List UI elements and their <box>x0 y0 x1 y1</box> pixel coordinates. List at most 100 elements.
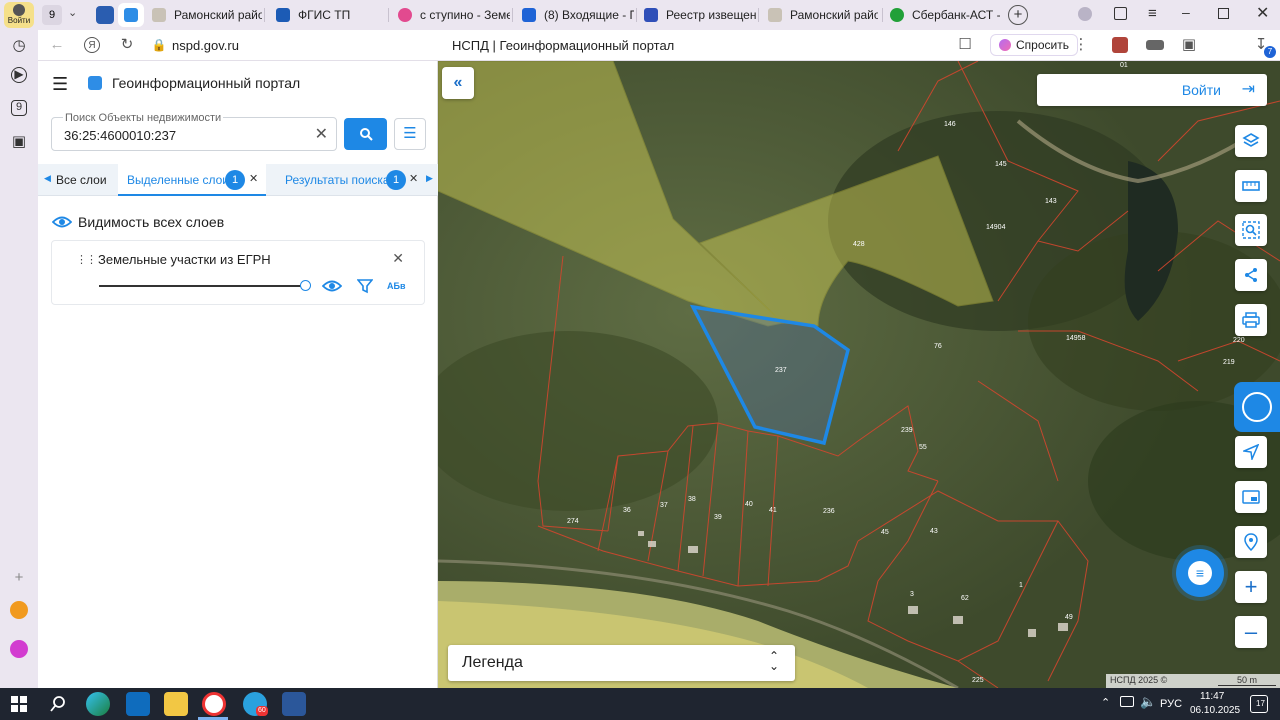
search-icon[interactable] <box>49 695 67 713</box>
tab-0[interactable]: Рамонский район <box>152 3 262 27</box>
close-tab-icon[interactable]: ✕ <box>409 172 418 185</box>
zoom-out-button[interactable]: – <box>1235 616 1267 648</box>
ask-button[interactable]: Спросить <box>990 34 1078 56</box>
login-button[interactable]: Войти ⇥ <box>1037 74 1267 106</box>
tab-6[interactable]: Сбербанк-АСТ - Э <box>890 3 1000 27</box>
nspd-assistant-button[interactable] <box>1234 382 1280 432</box>
rail-count-badge[interactable]: 9 <box>11 100 27 116</box>
locate-me-button[interactable] <box>1235 436 1267 468</box>
ruler-icon <box>1242 181 1260 191</box>
zoom-in-button[interactable]: + <box>1235 571 1267 603</box>
opacity-slider-track[interactable] <box>99 285 304 287</box>
parcel-label: 37 <box>660 502 668 509</box>
parcel-label: 14958 <box>1066 335 1086 342</box>
tab-list-chevron-icon[interactable]: ⌄ <box>68 6 77 19</box>
tab-all-layers[interactable]: Все слои <box>56 173 106 187</box>
outlook-app-icon[interactable] <box>126 692 150 716</box>
layers-button[interactable] <box>1235 125 1267 157</box>
filter-settings-button[interactable]: ☰ <box>394 118 426 150</box>
share-button[interactable] <box>1235 259 1267 291</box>
area-select-button[interactable] <box>1235 214 1267 246</box>
address-bar-row: ← Я ↻ 🔒 nspd.gov.ru НСПД | Геоинформацио… <box>38 30 1280 61</box>
word-app-icon[interactable] <box>282 692 306 716</box>
close-tab-icon[interactable]: ✕ <box>249 172 258 185</box>
clear-search-icon[interactable]: ✕ <box>315 124 328 144</box>
parcel-label: 236 <box>823 508 835 515</box>
extension-icon[interactable] <box>1112 37 1128 53</box>
menu-icon[interactable]: ≡ <box>1148 5 1157 22</box>
print-button[interactable] <box>1235 304 1267 336</box>
page-title: НСПД | Геоинформационный портал <box>452 38 675 53</box>
tab-strip: 9 ⌄ Рамонский район ФГИС ТП с ступино - … <box>38 0 1280 30</box>
bookmark-icon[interactable]: ☐ <box>956 36 974 54</box>
tab-1[interactable]: ФГИС ТП <box>276 3 386 27</box>
document-map-icon <box>1242 392 1272 422</box>
reload-button[interactable]: ↻ <box>118 36 136 54</box>
collapse-panel-button[interactable]: « <box>442 67 474 99</box>
history-icon[interactable]: ◷ <box>9 36 29 56</box>
windows-start-icon[interactable] <box>11 696 27 712</box>
tab-4[interactable]: Реестр извещени <box>644 3 756 27</box>
layer-filter-icon[interactable] <box>357 278 373 294</box>
play-icon[interactable]: ▶ <box>11 67 27 83</box>
search-button[interactable] <box>344 118 387 150</box>
screenshot-icon[interactable]: ▣ <box>1180 36 1198 54</box>
tab-results-label: Результаты поиска <box>285 173 390 187</box>
alice-pink-icon[interactable] <box>10 640 28 658</box>
tab-label: (8) Входящие - По <box>544 8 634 22</box>
clock-time[interactable]: 11:47 <box>1200 691 1224 702</box>
tab-2[interactable]: с ступино - Земел <box>398 3 510 27</box>
pinned-tab-nspd-active[interactable] <box>118 3 144 27</box>
parcel-label: 1 <box>1019 582 1023 589</box>
file-explorer-app-icon[interactable] <box>164 692 188 716</box>
back-button[interactable]: ← <box>48 36 66 54</box>
map-attribution: НСПД 2025 © 50 m <box>1106 674 1280 688</box>
add-panel-icon[interactable]: + <box>9 568 29 588</box>
layer-eye-icon[interactable] <box>322 279 342 293</box>
new-tab-button[interactable]: + <box>1008 5 1028 25</box>
more-menu-icon[interactable]: ⋮ <box>1072 36 1090 54</box>
opacity-slider-thumb[interactable] <box>300 280 311 291</box>
camera-icon[interactable]: ▣ <box>9 132 29 152</box>
close-window-button[interactable]: ✕ <box>1256 3 1269 23</box>
minimap-button[interactable] <box>1235 481 1267 513</box>
remove-layer-icon[interactable]: ✕ <box>392 250 404 267</box>
minimize-button[interactable]: – <box>1182 4 1190 20</box>
chat-button[interactable]: ≡ <box>1176 549 1224 597</box>
search-input[interactable]: 36:25:4600010:237 <box>64 128 176 143</box>
extension-gray-icon[interactable] <box>1146 40 1164 50</box>
tab-search-results[interactable]: Результаты поиска 1 ✕ <box>278 164 424 196</box>
restore-button[interactable] <box>1218 8 1229 19</box>
tabs-scroll-left-icon[interactable]: ◀ <box>44 173 51 184</box>
ruler-button[interactable] <box>1235 170 1267 202</box>
yandex-browser-app-icon[interactable] <box>202 692 226 716</box>
tab-counter[interactable]: 9 <box>42 5 62 25</box>
tab-5[interactable]: Рамонский район <box>768 3 878 27</box>
account-icon[interactable] <box>1078 7 1092 21</box>
drag-handle-icon[interactable]: ⋮⋮ <box>76 253 97 266</box>
edge-app-icon[interactable] <box>86 692 110 716</box>
yandex-icon[interactable]: Я <box>84 37 100 53</box>
collections-icon[interactable] <box>1114 7 1127 20</box>
network-icon[interactable] <box>1120 696 1134 707</box>
tab-selected-layers[interactable]: Выделенные слои 1 ✕ <box>118 164 266 196</box>
share-icon <box>1245 268 1257 282</box>
map-view[interactable]: 237 428 146 145 143 14904 14958 76 219 2… <box>438 61 1280 688</box>
volume-icon[interactable]: 🔈 <box>1140 694 1156 710</box>
tab-label: Реестр извещени <box>666 8 756 22</box>
profile-avatar[interactable]: Войти <box>4 2 34 28</box>
legend-button[interactable]: Легенда ⌃ ⌄ <box>448 645 795 681</box>
pin-location-button[interactable] <box>1235 526 1267 558</box>
visibility-toggle[interactable]: Видимость всех слоев <box>52 214 224 230</box>
pinned-tab-mail[interactable] <box>96 6 114 24</box>
layer-labels-button[interactable]: АБв <box>387 281 406 291</box>
alice-orange-icon[interactable] <box>10 601 28 619</box>
language-indicator[interactable]: РУС <box>1160 698 1182 710</box>
tray-chevron-icon[interactable]: ⌃ <box>1101 696 1110 709</box>
search-field[interactable]: Поиск Объекты недвижимости 36:25:4600010… <box>51 112 337 151</box>
tabs-scroll-right-icon[interactable]: ▶ <box>426 173 433 184</box>
tab-3[interactable]: (8) Входящие - По <box>522 3 634 27</box>
hamburger-menu-icon[interactable]: ☰ <box>52 74 68 95</box>
url-text[interactable]: nspd.gov.ru <box>172 38 239 53</box>
clock-date[interactable]: 06.10.2025 <box>1190 705 1240 716</box>
